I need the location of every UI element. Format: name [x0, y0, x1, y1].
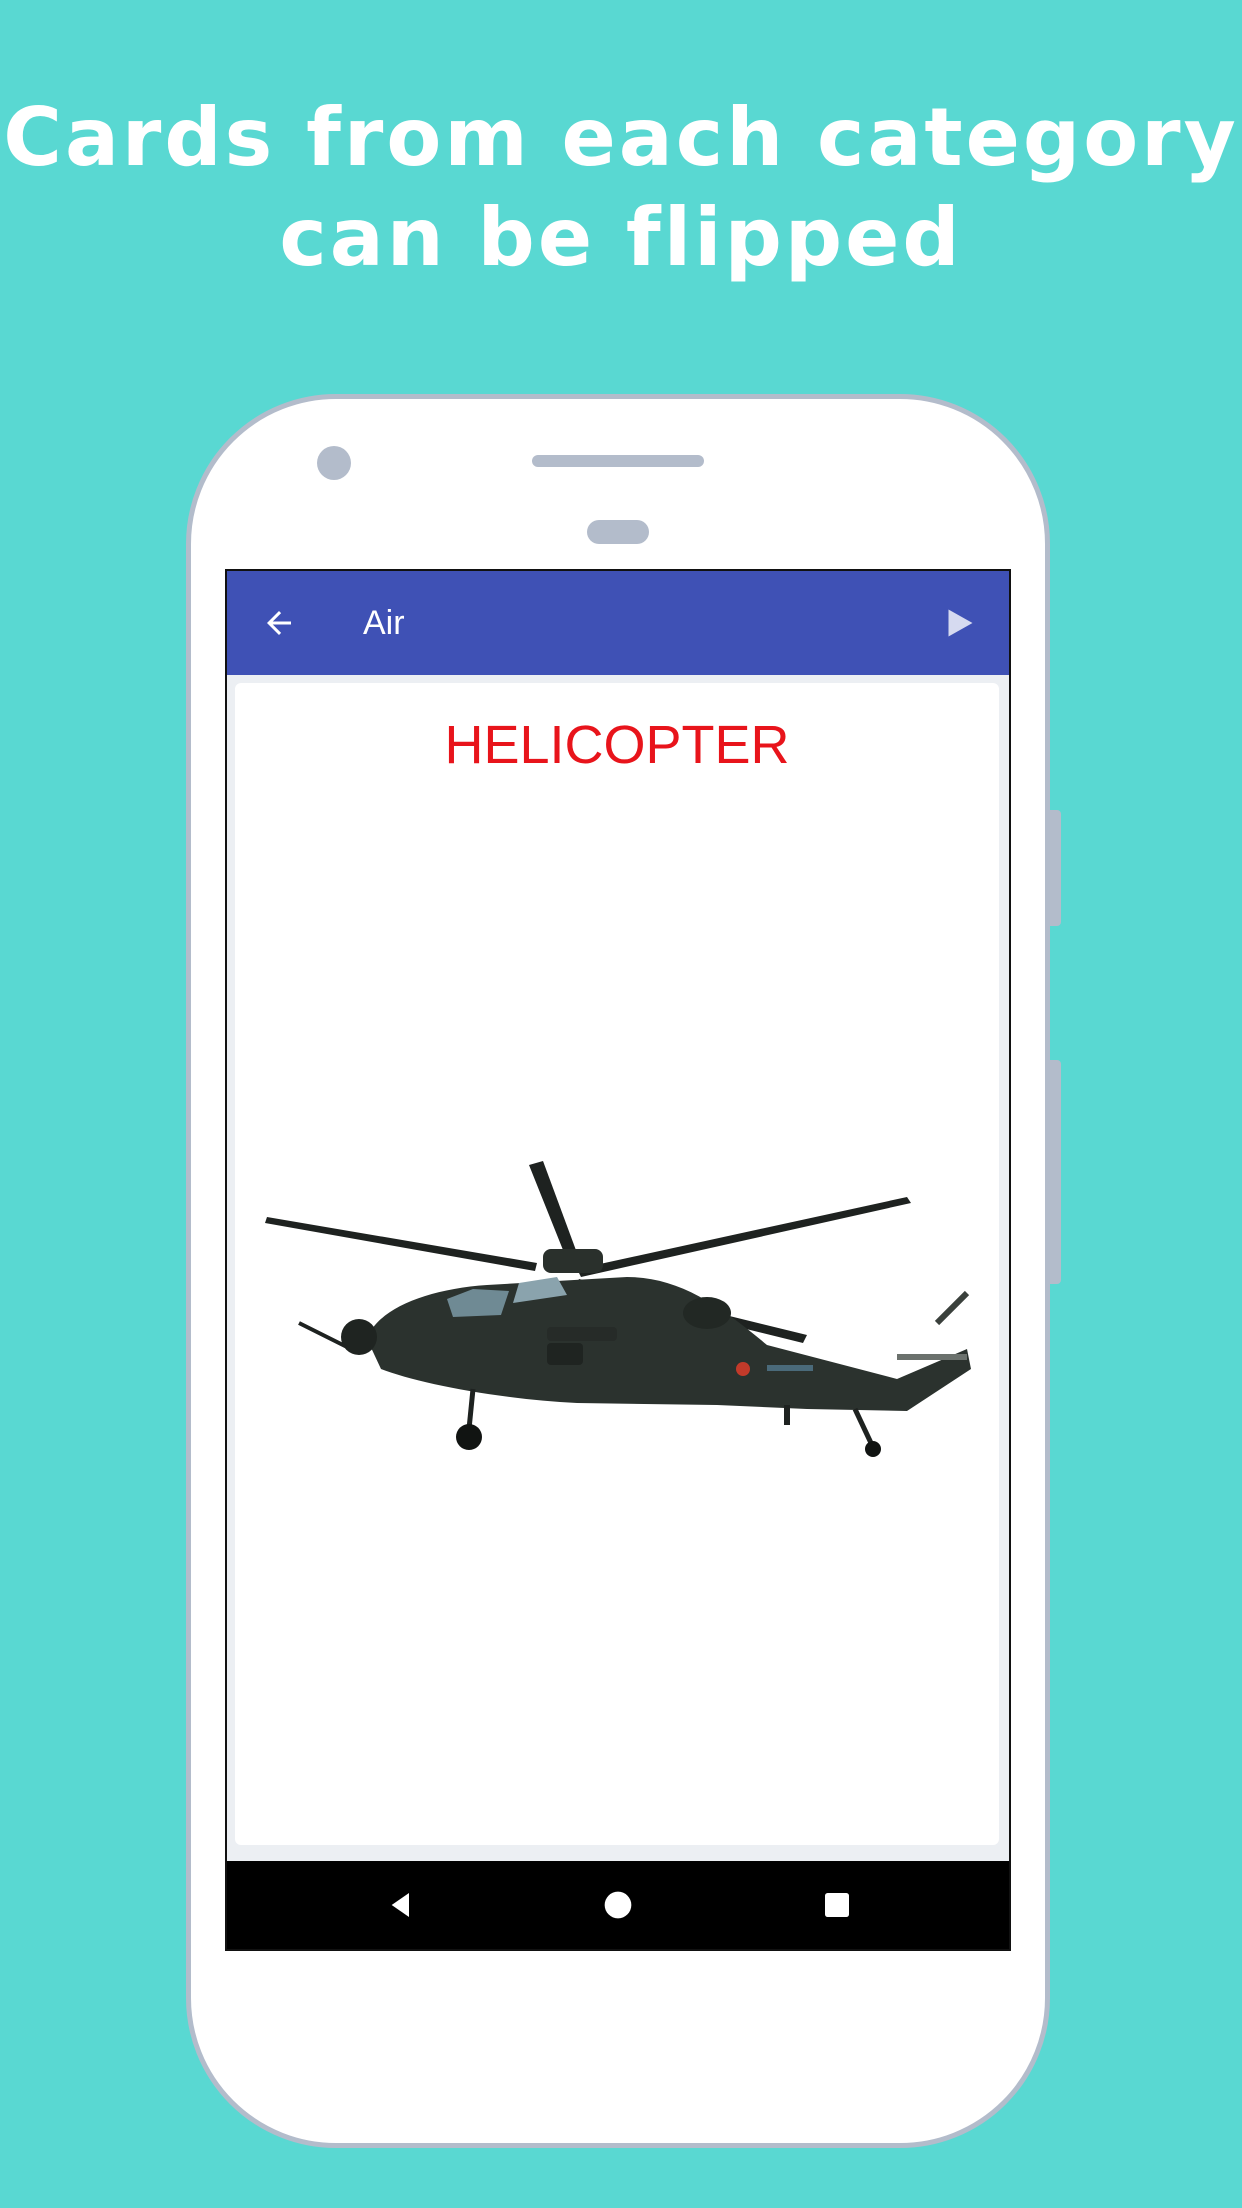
phone-side-button-lower [1050, 1060, 1061, 1284]
helicopter-image [265, 1161, 971, 1457]
toolbar-title: Air [363, 604, 405, 642]
proximity-sensor [587, 520, 649, 544]
phone-side-button-upper [1050, 810, 1061, 926]
promo-headline: Cards from each category can be flipped [0, 88, 1242, 288]
nav-back-icon [391, 1893, 409, 1917]
flash-card[interactable]: HELICOPTER [235, 683, 999, 1845]
card-word: HELICOPTER [444, 715, 790, 775]
arrow-left-icon [267, 611, 291, 635]
system-navigation-bar [227, 1861, 1009, 1949]
play-icon [948, 609, 973, 637]
earpiece-speaker [532, 455, 704, 467]
headline-line-1: Cards from each category [3, 91, 1239, 184]
front-camera [317, 446, 351, 480]
nav-recents-icon [825, 1893, 849, 1917]
play-button[interactable] [935, 599, 983, 647]
phone-screen: Air HELICOPTER [225, 569, 1011, 1951]
nav-home-button[interactable] [594, 1881, 642, 1929]
nav-back-button[interactable] [377, 1881, 425, 1929]
card-area: HELICOPTER [227, 675, 1009, 1861]
headline-line-2: can be flipped [279, 191, 963, 284]
nav-recents-button[interactable] [813, 1881, 861, 1929]
app-toolbar: Air [227, 571, 1009, 675]
back-button[interactable] [255, 599, 303, 647]
nav-home-icon [604, 1891, 632, 1919]
